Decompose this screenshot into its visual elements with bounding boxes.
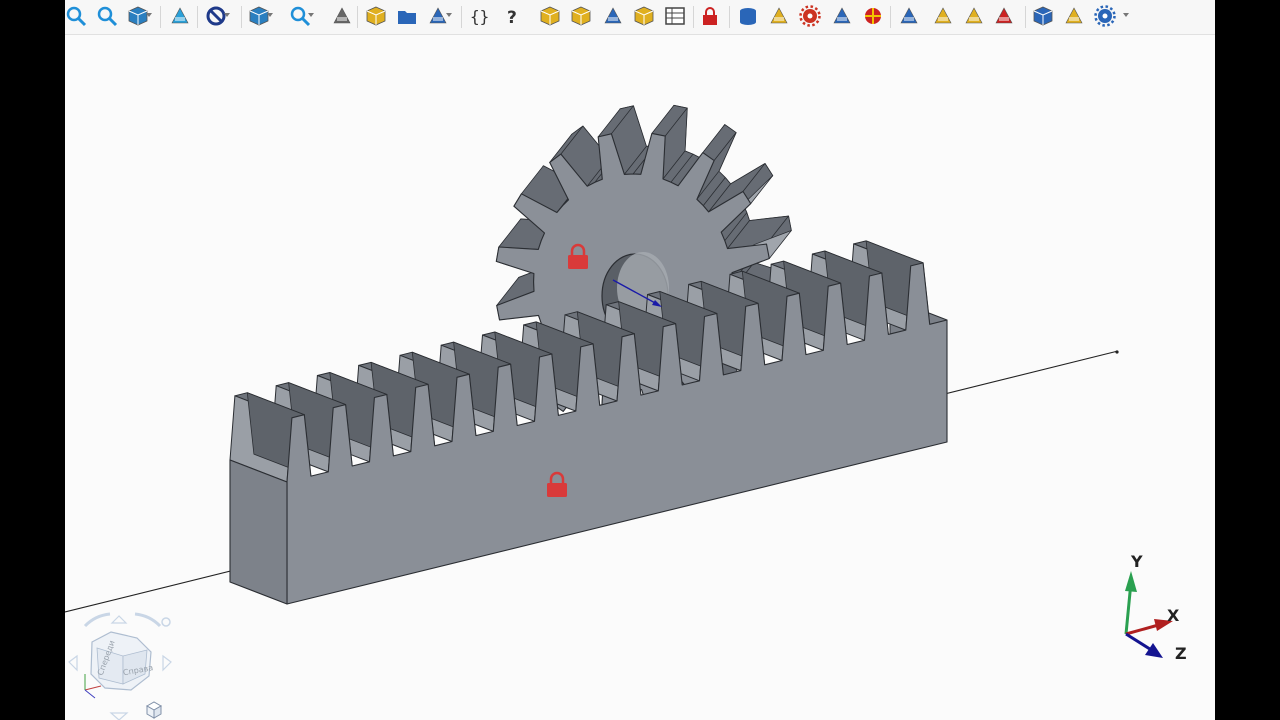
constraint-lock-button[interactable] — [699, 5, 721, 27]
navcube-rotate-right-icon[interactable] — [134, 612, 162, 628]
toolbar-separator — [197, 6, 198, 28]
axis-label-z: Z — [1175, 644, 1187, 663]
toolbar-overflow-arrow-icon[interactable] — [1123, 13, 1129, 17]
navcube-rotate-left-icon[interactable] — [83, 612, 111, 628]
fit-all-button[interactable] — [65, 5, 87, 27]
navcube-up-arrow-icon[interactable] — [110, 615, 128, 624]
navigation-cube[interactable]: Спереди Справа — [65, 612, 180, 720]
measure-distance-button[interactable] — [169, 5, 191, 27]
svg-text:?: ? — [507, 8, 517, 27]
toolbar-separator — [729, 6, 730, 28]
gear-red-icon — [799, 5, 821, 27]
navcube-view-menu-icon[interactable] — [145, 701, 163, 719]
dropdown-arrow-icon[interactable] — [224, 13, 230, 17]
part-box-button[interactable] — [633, 5, 655, 27]
chamfer-button[interactable] — [932, 5, 954, 27]
toolbar-separator — [241, 6, 242, 28]
mirror-icon — [900, 7, 918, 24]
pattern-button[interactable] — [831, 5, 853, 27]
scene-canvas[interactable] — [65, 34, 1215, 720]
folder-group-icon — [398, 11, 416, 24]
main-toolbar: {}? — [65, 0, 1215, 35]
assembly-button[interactable] — [1032, 5, 1054, 27]
shaft-icon — [770, 7, 788, 24]
part-design-icon — [540, 6, 560, 26]
fit-all-icon — [66, 6, 87, 27]
macro-braces-button[interactable]: {} — [469, 5, 491, 27]
navcube-menu-icon[interactable] — [161, 617, 171, 627]
spreadsheet-icon — [665, 7, 685, 25]
fillet-button[interactable] — [963, 5, 985, 27]
part-transform-button[interactable] — [570, 5, 592, 27]
sketch-button[interactable] — [331, 5, 353, 27]
folder-group-button[interactable] — [396, 5, 418, 27]
measure-distance-icon — [171, 7, 189, 24]
spreadsheet-cycle-button[interactable] — [602, 5, 624, 27]
part-transform-icon — [571, 6, 591, 26]
whats-this-button[interactable]: ? — [503, 5, 525, 27]
assembly-icon — [1033, 6, 1053, 26]
whats-this-icon: ? — [507, 8, 517, 27]
line-endpoint — [1115, 350, 1119, 354]
constraint-lock-icon — [703, 7, 717, 25]
axis-label-y: Y — [1131, 552, 1143, 571]
part-button[interactable] — [365, 5, 387, 27]
revert-arrow-icon — [995, 7, 1013, 24]
revolve-cross-button[interactable] — [862, 5, 884, 27]
settings-gears-icon — [1094, 5, 1116, 27]
toolbar-separator — [890, 6, 891, 28]
part-design-button[interactable] — [539, 5, 561, 27]
pattern-icon — [833, 7, 851, 24]
toolbar-separator — [160, 6, 161, 28]
toolbar-separator — [693, 6, 694, 28]
cylinder-icon — [740, 8, 756, 25]
settings-gears-button[interactable] — [1094, 5, 1116, 27]
spring-icon — [1065, 7, 1083, 24]
navcube-right-arrow-icon[interactable] — [162, 654, 172, 672]
mirror-button[interactable] — [898, 5, 920, 27]
gear-red-button[interactable] — [799, 5, 821, 27]
macro-braces-icon: {} — [470, 7, 489, 26]
dropdown-arrow-icon[interactable] — [146, 13, 152, 17]
spring-button[interactable] — [1063, 5, 1085, 27]
axis-triad — [1124, 571, 1173, 658]
revolve-cross-icon — [865, 8, 881, 24]
fit-selection-button[interactable] — [96, 5, 118, 27]
axis-label-x: X — [1167, 606, 1180, 625]
part-icon — [366, 6, 386, 26]
revert-arrow-button[interactable] — [993, 5, 1015, 27]
dropdown-arrow-icon[interactable] — [308, 13, 314, 17]
chamfer-icon — [934, 7, 952, 24]
freecad-window: {}? Y X Z Спереди Справа — [65, 0, 1215, 720]
sketch-icon — [333, 7, 351, 24]
navcube-down-arrow-icon[interactable] — [109, 712, 129, 720]
toolbar-separator — [357, 6, 358, 28]
3d-viewport[interactable]: Y X Z Спереди Справа — [65, 34, 1215, 720]
rack-end-left — [229, 459, 288, 605]
toolbar-separator — [461, 6, 462, 28]
cylinder-button[interactable] — [737, 5, 759, 27]
spreadsheet-button[interactable] — [664, 5, 686, 27]
spreadsheet-cycle-icon — [604, 7, 622, 24]
shaft-button[interactable] — [768, 5, 790, 27]
fit-selection-icon — [97, 6, 118, 27]
toolbar-separator — [1025, 6, 1026, 28]
part-box-icon — [634, 6, 654, 26]
fillet-icon — [965, 7, 983, 24]
navcube-left-arrow-icon[interactable] — [68, 654, 78, 672]
dropdown-arrow-icon[interactable] — [446, 13, 452, 17]
svg-text:{}: {} — [470, 7, 489, 26]
dropdown-arrow-icon[interactable] — [267, 13, 273, 17]
